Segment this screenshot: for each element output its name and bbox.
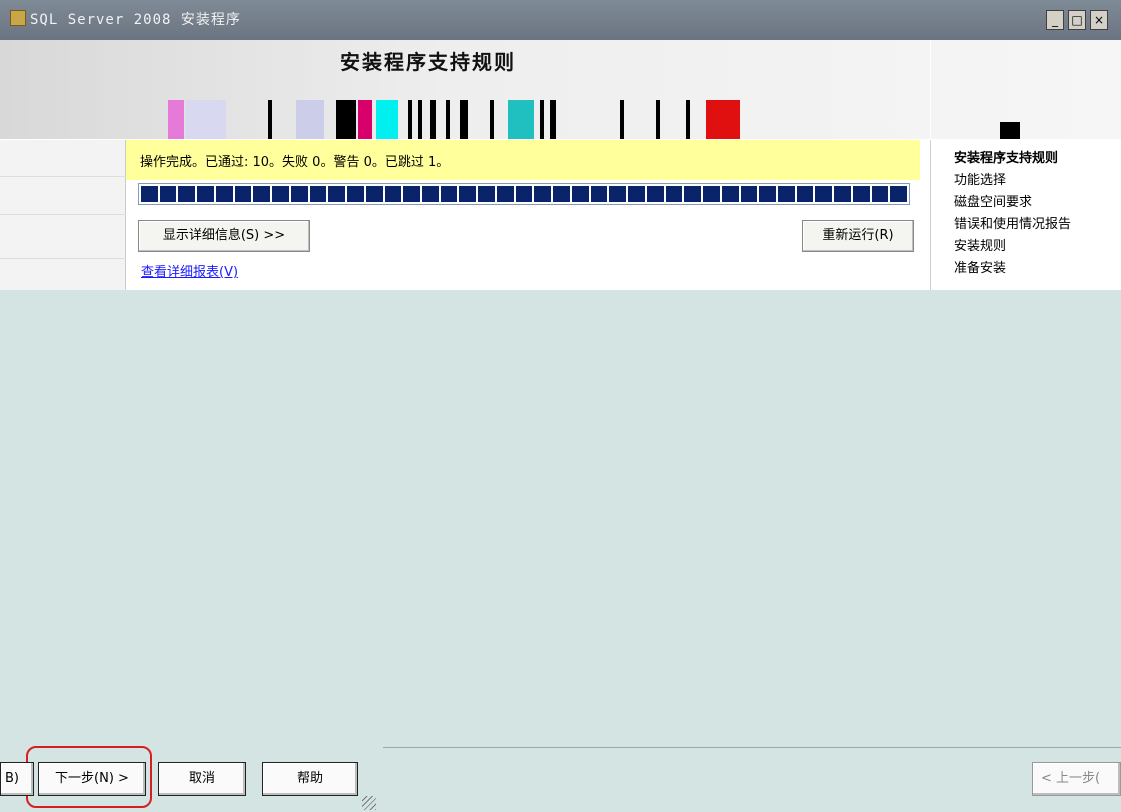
resize-grip[interactable]: [362, 796, 376, 810]
progress-segment: [253, 186, 271, 202]
banner-divider: [930, 40, 931, 139]
title-bar: SQL Server 2008 安装程序 _ □ ×: [0, 0, 1121, 40]
bottom-separator: [383, 747, 1121, 748]
next-button[interactable]: 下一步(N) >: [38, 762, 146, 796]
left-panel: [0, 140, 126, 290]
status-text: 操作完成。已通过: 10。失败 0。警告 0。已跳过 1。: [140, 155, 450, 170]
banner-decoration: [1000, 122, 1020, 139]
progress-segment: [290, 186, 308, 202]
setup-app-icon: [10, 10, 26, 26]
minimize-button[interactable]: _: [1046, 10, 1064, 30]
progress-segment: [759, 186, 776, 202]
close-button[interactable]: ×: [1090, 10, 1108, 30]
banner-decoration: [358, 100, 372, 139]
progress-segment: [328, 186, 346, 202]
progress-segment: [515, 186, 533, 202]
step-item: 准备安装: [954, 261, 1007, 276]
progress-segment: [422, 186, 439, 202]
banner-decoration: [418, 100, 422, 139]
progress-segment: [815, 186, 833, 202]
progress-segment: [478, 186, 495, 202]
page-title: 安装程序支持规则: [340, 50, 516, 74]
banner-decoration: [460, 100, 468, 139]
progress-segment: [796, 186, 814, 202]
help-button[interactable]: 帮助: [262, 762, 358, 796]
cancel-button[interactable]: 取消: [158, 762, 246, 796]
banner-decoration: [376, 100, 398, 139]
step-item: 磁盘空间要求: [954, 195, 1033, 210]
step-item: 安装程序支持规则: [954, 151, 1059, 166]
progress-segment: [852, 186, 870, 202]
banner-decoration: [490, 100, 494, 139]
banner-decoration: [268, 100, 272, 139]
banner-decoration: [620, 100, 624, 139]
banner-decoration: [706, 100, 740, 139]
maximize-button[interactable]: □: [1068, 10, 1086, 30]
view-report-link[interactable]: 查看详细报表(V): [141, 261, 238, 280]
progress-segment: [703, 186, 720, 202]
left-panel-divider: [0, 214, 126, 215]
progress-segment: [590, 186, 608, 202]
progress-segment: [553, 186, 570, 202]
progress-segment: [646, 186, 664, 202]
progress-segment: [721, 186, 739, 202]
back-button[interactable]: < 上一步(: [1032, 762, 1121, 796]
progress-segment: [309, 186, 327, 202]
progress-segment: [777, 186, 795, 202]
progress-segment: [871, 186, 889, 202]
step-item: 安装规则: [954, 239, 1007, 254]
banner-decoration: [186, 100, 226, 139]
progress-segment: [628, 186, 645, 202]
progress-segment: [496, 186, 514, 202]
rerun-button[interactable]: 重新运行(R): [802, 220, 914, 252]
banner-decoration: [430, 100, 436, 139]
banner-decoration: [656, 100, 660, 139]
banner-decoration: [686, 100, 690, 139]
left-panel-divider: [0, 176, 126, 177]
banner-decoration: [296, 100, 324, 139]
install-button-partial[interactable]: B): [0, 762, 34, 796]
status-strip: 操作完成。已通过: 10。失败 0。警告 0。已跳过 1。: [126, 140, 920, 180]
progress-segment: [890, 186, 908, 202]
progress-segment: [384, 186, 402, 202]
banner-decoration: [508, 100, 534, 139]
step-list-divider: [930, 140, 931, 290]
banner-decoration: [168, 100, 184, 139]
step-item: 错误和使用情况报告: [954, 217, 1072, 232]
progress-segment: [234, 186, 252, 202]
step-list: 安装程序支持规则 功能选择磁盘空间要求错误和使用情况报告 安装规则准备安装: [954, 148, 1071, 280]
progress-segment: [440, 186, 458, 202]
left-panel-divider: [0, 258, 126, 259]
progress-segment: [665, 186, 683, 202]
progress-segment: [403, 186, 421, 202]
window-title: SQL Server 2008 安装程序: [30, 12, 241, 28]
progress-segment: [197, 186, 214, 202]
progress-segment: [834, 186, 851, 202]
progress-segment: [571, 186, 589, 202]
banner-decoration: [408, 100, 412, 139]
progress-segment: [215, 186, 233, 202]
content-area: B) 下一步(N) > 取消 帮助 < 上一步(: [0, 290, 1121, 812]
header-banner: 安装程序支持规则: [0, 40, 1121, 139]
progress-segment: [178, 186, 196, 202]
progress-segment: [365, 186, 383, 202]
progress-segment: [740, 186, 758, 202]
progress-segment: [609, 186, 627, 202]
progress-segment: [159, 186, 177, 202]
progress-segment: [272, 186, 289, 202]
progress-segment: [141, 186, 158, 202]
progress-segment: [459, 186, 477, 202]
banner-decoration: [446, 100, 450, 139]
progress-segment: [684, 186, 702, 202]
banner-decoration: [550, 100, 556, 139]
show-details-button[interactable]: 显示详细信息(S) >>: [138, 220, 310, 252]
step-item: 功能选择: [954, 173, 1007, 188]
progress-bar: [138, 183, 910, 205]
banner-decoration: [540, 100, 544, 139]
progress-segment: [347, 186, 364, 202]
progress-segment: [534, 186, 552, 202]
banner-decoration: [336, 100, 356, 139]
